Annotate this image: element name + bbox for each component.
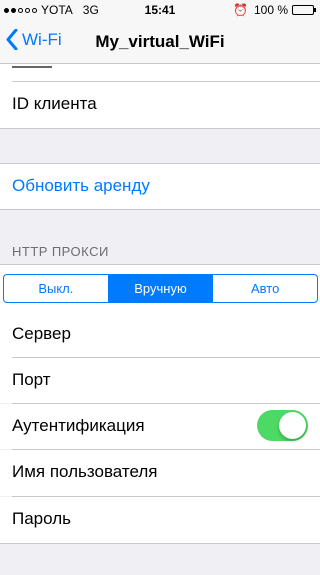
status-right: ⏰ 100 % [233,3,316,17]
hidden-cell-text [12,60,52,68]
navigation-bar: Wi-Fi My_virtual_WiFi [0,20,320,64]
server-label: Сервер [12,324,71,343]
renew-lease-cell[interactable]: Обновить аренду [0,164,320,209]
segment-manual[interactable]: Вручную [108,275,214,302]
username-cell[interactable]: Имя пользователя [0,450,320,496]
port-label: Порт [12,370,51,389]
page-title: My_virtual_WiFi [95,32,225,51]
toggle-knob [279,412,306,439]
server-cell[interactable]: Сервер [0,312,320,358]
client-id-cell[interactable]: ID клиента [0,82,320,128]
renew-lease-button[interactable]: Обновить аренду [12,176,150,196]
segment-off[interactable]: Выкл. [4,275,109,302]
battery-icon [292,5,316,15]
status-bar: YOTA 3G 15:41 ⏰ 100 % [0,0,320,20]
username-label: Имя пользователя [12,462,158,481]
auth-label: Аутентификация [12,416,145,435]
alarm-icon: ⏰ [233,3,248,17]
proxy-mode-segmented-control[interactable]: Выкл. Вручную Авто [3,274,318,303]
section-header-http-proxy: HTTP ПРОКСИ [12,244,109,259]
divider [0,209,320,210]
segment-auto[interactable]: Авто [213,275,317,302]
battery-percent: 100 % [253,3,288,17]
client-id-label: ID клиента [12,94,97,113]
partial-cell [0,64,320,82]
password-cell[interactable]: Пароль [0,497,320,543]
divider [0,128,320,129]
divider [0,543,320,544]
password-label: Пароль [12,509,71,528]
port-cell[interactable]: Порт [0,358,320,403]
auth-toggle[interactable] [257,410,308,441]
